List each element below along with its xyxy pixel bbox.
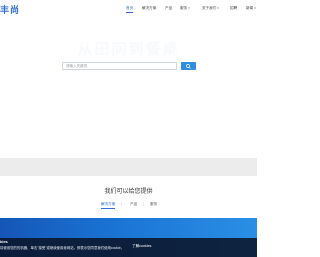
tab-solutions[interactable]: 解决方案 <box>101 202 116 209</box>
main-nav: 首页 解决方案 产品 服务▾ 关于我们▾ 招聘 新闻▾ <box>125 6 257 16</box>
tab-products[interactable]: 产品 <box>130 202 137 207</box>
hero-search: 请输入关键词 <box>62 62 196 70</box>
search-input[interactable]: 请输入关键词 <box>62 62 177 70</box>
nav-products[interactable]: 产品 <box>165 6 172 11</box>
search-icon <box>186 63 191 69</box>
nav-news-label: 新闻 <box>246 6 254 10</box>
nav-services-label: 服务 <box>180 6 188 10</box>
tab-services[interactable]: 服务 <box>150 202 157 207</box>
tab-divider: | <box>143 202 144 206</box>
hero-section: 从田间到餐桌 请输入关键词 <box>0 18 257 158</box>
cookie-title: kies <box>0 239 8 244</box>
site-header: 丰尚 首页 解决方案 产品 服务▾ 关于我们▾ 招聘 新闻▾ <box>0 0 257 18</box>
chevron-down-icon: ▾ <box>254 6 256 10</box>
nav-home[interactable]: 首页 <box>126 6 134 13</box>
cookie-banner: kies 将使用您的的机器、单击"接受"或继续使用我网站，即表示您同意我们使用c… <box>0 238 257 257</box>
nav-services[interactable]: 服务▾ <box>180 6 190 11</box>
nav-careers[interactable]: 招聘 <box>230 6 237 11</box>
site-logo[interactable]: 丰尚 <box>0 3 20 16</box>
cookie-text: 将使用您的的机器、单击"接受"或继续使用我网站，即表示您同意我们使用cookie… <box>0 246 125 250</box>
hero-title: 从田间到餐桌 <box>77 41 180 58</box>
chevron-down-icon: ▾ <box>188 6 190 10</box>
offer-title: 我们可以给您提供 <box>104 189 153 195</box>
nav-solutions[interactable]: 解决方案 <box>142 6 156 11</box>
search-button[interactable] <box>181 62 196 70</box>
nav-news[interactable]: 新闻▾ <box>246 6 256 11</box>
nav-about-label: 关于我们 <box>202 6 217 10</box>
section-divider <box>0 158 257 176</box>
chevron-down-icon: ▾ <box>217 6 219 10</box>
tab-divider: | <box>121 202 122 206</box>
offer-tabs: 解决方案 | 产品 | 服务 <box>0 202 257 210</box>
cookie-learn-button[interactable]: 了解cookies <box>132 244 151 249</box>
nav-about[interactable]: 关于我们▾ <box>202 6 219 11</box>
